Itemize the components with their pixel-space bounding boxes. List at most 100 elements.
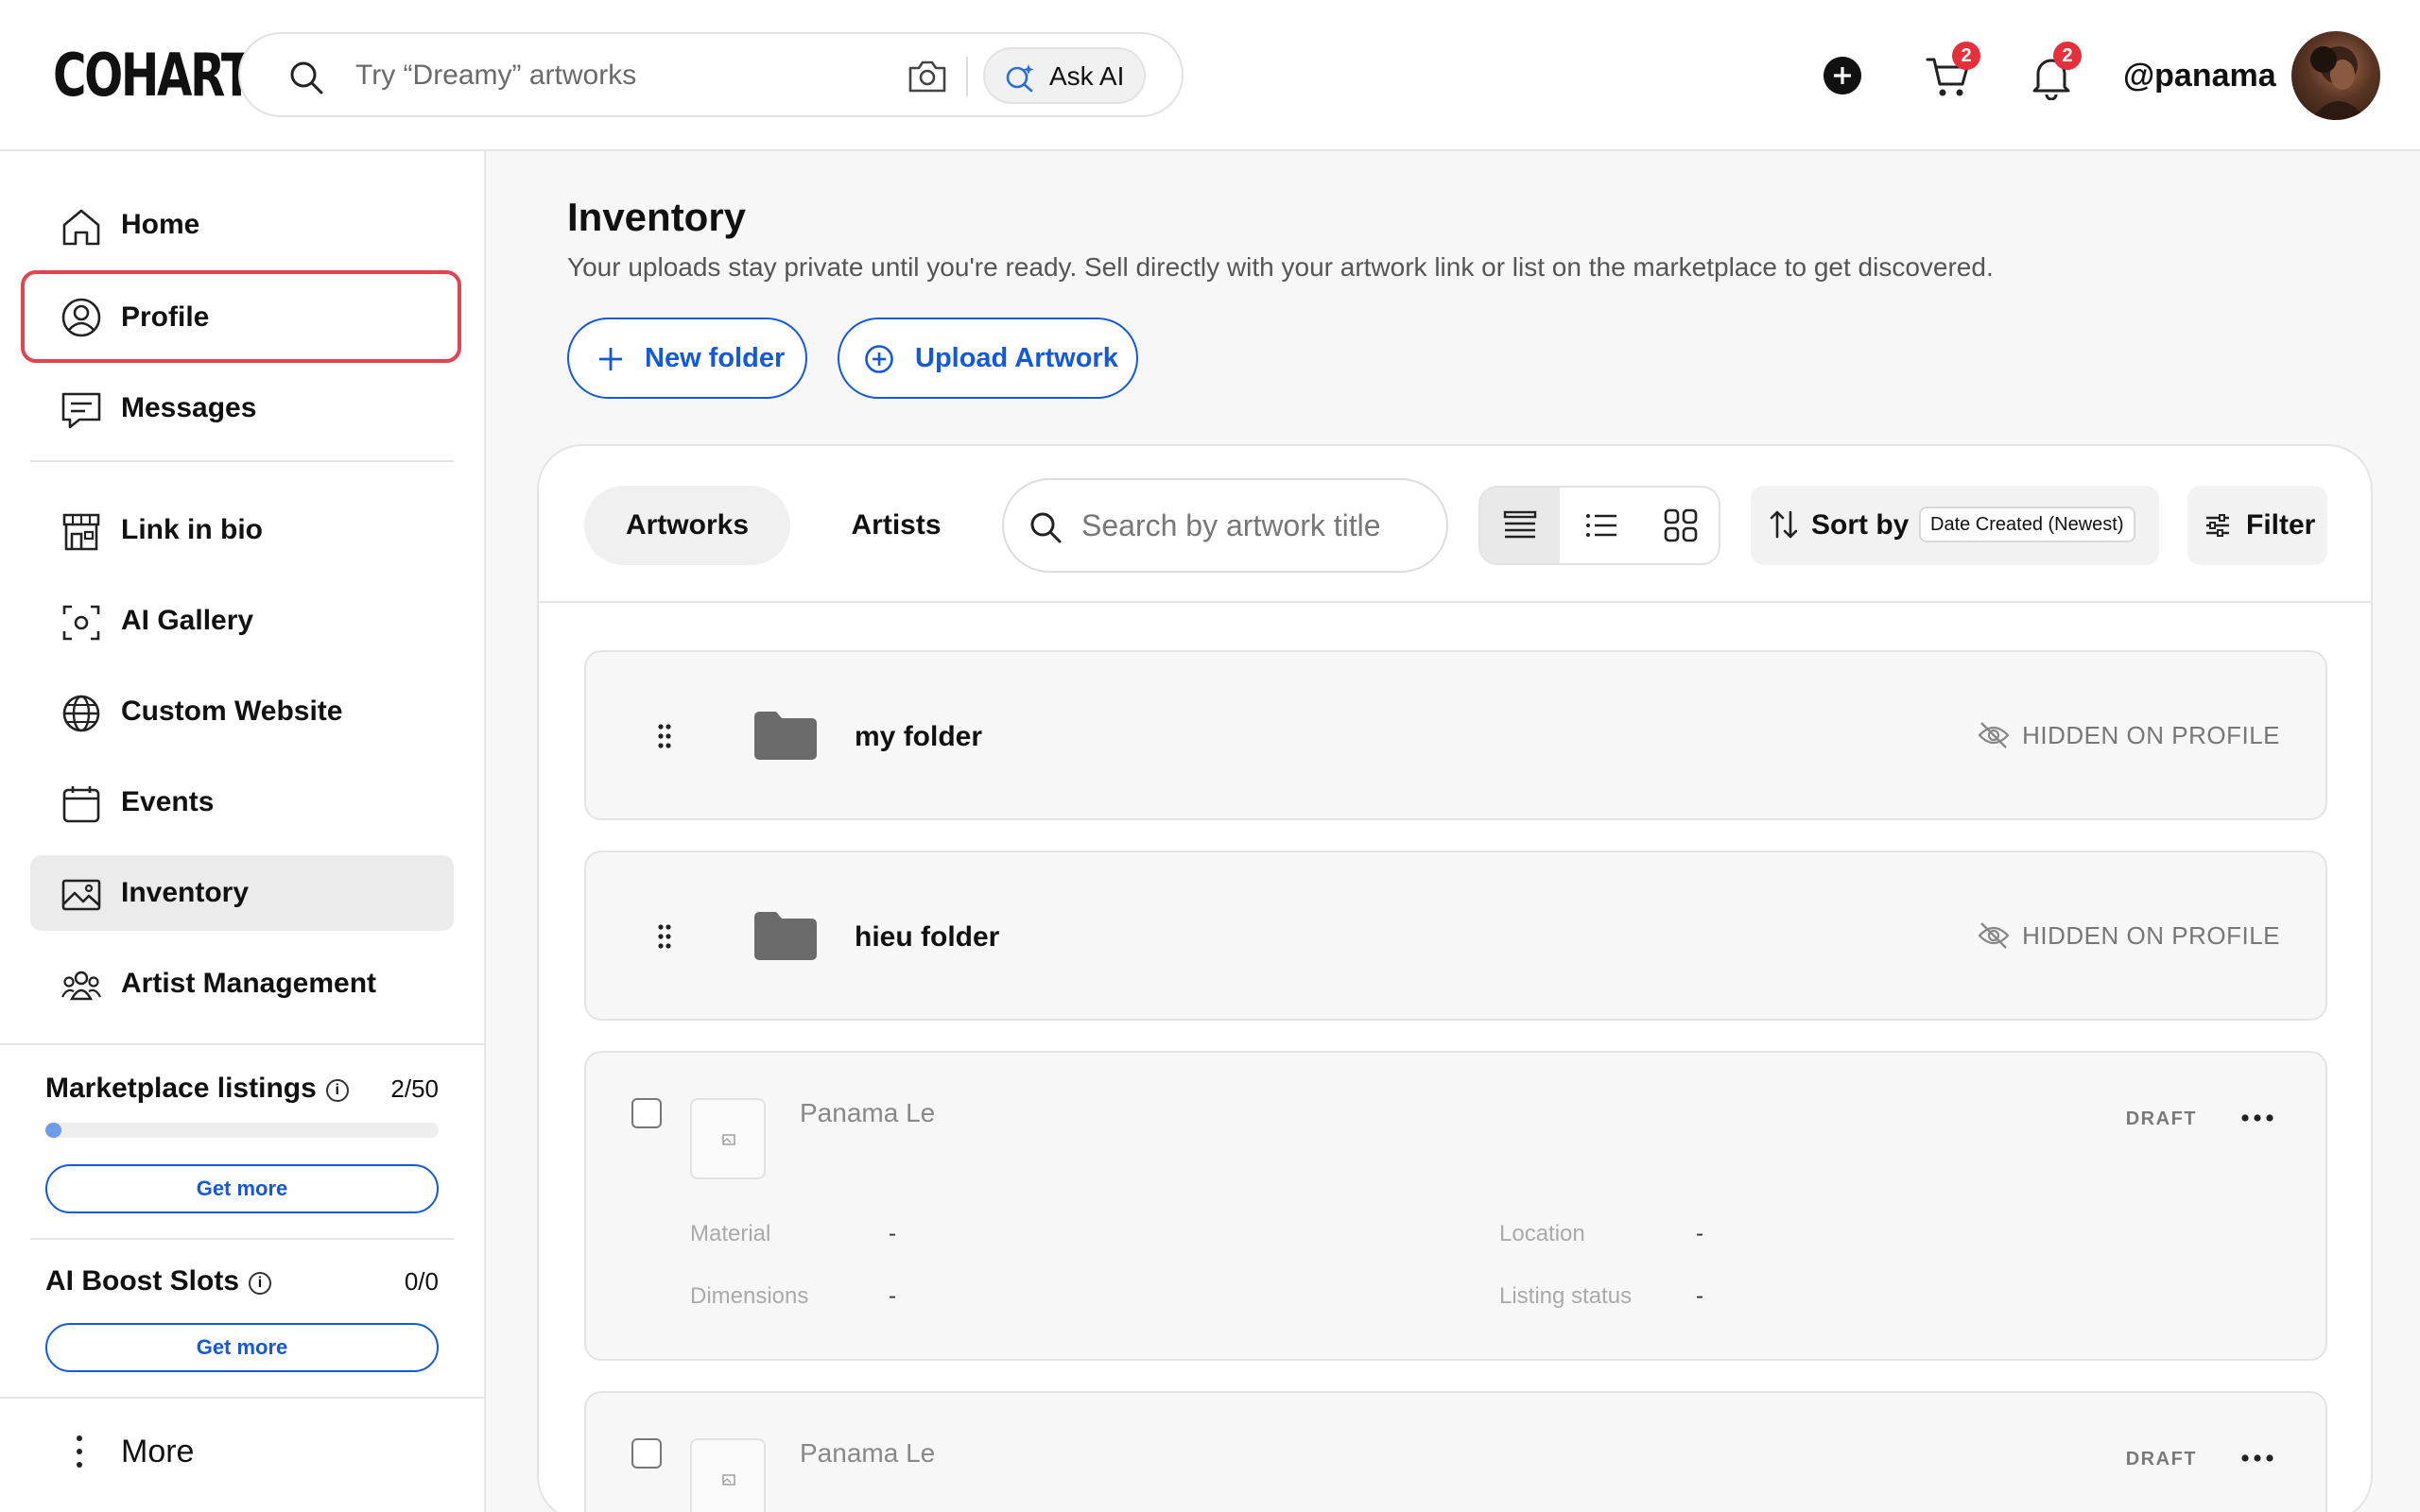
sidebar-item-label: Artist Management (121, 968, 377, 999)
create-plus-icon[interactable] (1824, 57, 1861, 94)
material-label: Material (690, 1221, 771, 1246)
search-icon (290, 61, 323, 94)
marketplace-listings-text: Marketplace listings (45, 1073, 317, 1104)
artwork-select-checkbox[interactable] (631, 1438, 662, 1469)
sidebar-item-artist-management[interactable]: Artist Management (30, 946, 454, 1022)
storefront-icon (62, 513, 100, 551)
artwork-artist-name: Panama Le (800, 1098, 936, 1127)
artwork-thumbnail[interactable] (690, 1438, 766, 1512)
artwork-search-input[interactable]: Search by artwork title (1002, 478, 1448, 573)
page-subtitle: Your uploads stay private until you're r… (567, 252, 1994, 282)
inventory-panel: Artworks Artists Search by artwork title… (537, 444, 2373, 1512)
ask-ai-label: Ask AI (1049, 61, 1125, 91)
filter-button[interactable]: Filter (2187, 486, 2327, 565)
folder-name[interactable]: my folder (855, 718, 982, 756)
view-compact-list-button[interactable] (1480, 488, 1560, 563)
listing-status-value: - (1696, 1283, 1703, 1309)
ask-ai-button[interactable]: Ask AI (983, 47, 1146, 104)
folder-icon (754, 712, 817, 760)
eye-off-icon (1978, 922, 2010, 949)
dimensions-label: Dimensions (690, 1283, 809, 1309)
sidebar-item-label: Profile (121, 301, 210, 333)
view-list-button[interactable] (1562, 488, 1641, 563)
sidebar-item-link-in-bio[interactable]: Link in bio (30, 492, 454, 568)
cohart-logo[interactable]: COHART (53, 42, 252, 110)
drag-handle-icon[interactable] (656, 922, 673, 951)
eye-off-icon (1978, 722, 2010, 748)
listing-status-label: Listing status (1499, 1283, 1633, 1309)
marketplace-get-more-button[interactable]: Get more (45, 1164, 439, 1213)
page-title: Inventory (567, 195, 747, 239)
upload-artwork-button[interactable]: Upload Artwork (838, 318, 1138, 399)
artwork-row[interactable]: Panama Le DRAFT (584, 1391, 2327, 1512)
toolbar-divider (539, 601, 2371, 603)
sidebar-item-events[interactable]: Events (30, 765, 454, 840)
sort-dropdown[interactable]: Sort by Date Created (Newest) (1751, 486, 2159, 565)
view-grid-button[interactable] (1641, 488, 1719, 563)
folder-icon (754, 912, 817, 960)
sidebar-divider (30, 1238, 454, 1240)
artwork-select-checkbox[interactable] (631, 1098, 662, 1128)
focus-scan-icon (62, 605, 100, 641)
camera-icon[interactable] (907, 57, 948, 94)
visibility-status: HIDDEN ON PROFILE (1978, 718, 2280, 752)
tab-artists[interactable]: Artists (811, 486, 981, 565)
users-group-icon (61, 971, 101, 1001)
sidebar-item-custom-website[interactable]: Custom Website (30, 674, 454, 749)
folder-row[interactable]: my folder HIDDEN ON PROFILE (584, 650, 2327, 820)
username-link[interactable]: @panama (2123, 57, 2276, 94)
more-horizontal-icon[interactable] (2240, 1453, 2274, 1463)
location-value: - (1696, 1221, 1703, 1246)
cart-count-badge: 2 (1952, 42, 1980, 70)
sidebar-item-profile[interactable]: Profile (21, 270, 461, 363)
global-search-placeholder[interactable]: Try “Dreamy” artworks (355, 57, 636, 94)
sidebar-item-label: AI Gallery (121, 605, 254, 636)
filter-label: Filter (2246, 509, 2316, 541)
user-avatar[interactable] (2291, 31, 2380, 120)
folder-row[interactable]: hieu folder HIDDEN ON PROFILE (584, 850, 2327, 1021)
plus-icon (599, 348, 622, 370)
sidebar-item-inventory[interactable]: Inventory (30, 855, 454, 931)
new-folder-label: New folder (645, 343, 786, 373)
ai-boost-get-more-button[interactable]: Get more (45, 1323, 439, 1372)
tab-artworks[interactable]: Artworks (584, 486, 790, 565)
calendar-icon (62, 786, 100, 823)
sidebar-divider (0, 1043, 486, 1045)
location-label: Location (1499, 1221, 1585, 1246)
sidebar-divider (0, 1397, 486, 1399)
global-search-bar[interactable]: Try “Dreamy” artworks Ask AI (238, 32, 1184, 117)
compact-list-icon (1503, 510, 1537, 539)
more-horizontal-icon[interactable] (2240, 1113, 2274, 1123)
image-placeholder-icon (722, 1474, 735, 1486)
folder-name[interactable]: hieu folder (855, 919, 999, 956)
search-icon (1030, 512, 1062, 543)
notifications-button[interactable]: 2 (2031, 38, 2087, 104)
image-icon (61, 879, 101, 911)
sidebar-item-label: Messages (121, 392, 257, 423)
grid-icon (1664, 508, 1698, 542)
new-folder-button[interactable]: New folder (567, 318, 807, 399)
info-icon[interactable]: i (249, 1272, 272, 1295)
drag-handle-icon[interactable] (656, 722, 673, 750)
sort-selected-value[interactable]: Date Created (Newest) (1919, 507, 2135, 542)
sidebar-item-label: Home (121, 209, 200, 240)
artwork-search-placeholder: Search by artwork title (1081, 508, 1381, 542)
sort-arrows-icon (1770, 510, 1798, 539)
marketplace-listings-label: Marketplace listings i (45, 1070, 349, 1108)
sidebar-item-ai-gallery[interactable]: AI Gallery (30, 583, 454, 659)
artwork-status-badge: DRAFT (2125, 1449, 2197, 1469)
more-label: More (121, 1434, 195, 1469)
artwork-thumbnail[interactable] (690, 1098, 766, 1179)
home-icon (62, 209, 100, 246)
cart-button[interactable]: 2 (1925, 38, 1981, 104)
sidebar-item-label: Events (121, 786, 215, 817)
ai-sparkle-search-icon (1006, 64, 1034, 93)
sidebar-item-label: Custom Website (121, 696, 343, 727)
notifications-count-badge: 2 (2053, 42, 2082, 70)
info-icon[interactable]: i (325, 1079, 349, 1102)
more-menu-button[interactable]: More (57, 1423, 246, 1480)
sidebar-item-home[interactable]: Home (30, 187, 454, 263)
artwork-row[interactable]: Panama Le DRAFT Material - Location - Di… (584, 1051, 2327, 1361)
visibility-label: HIDDEN ON PROFILE (2022, 721, 2280, 749)
sidebar-item-messages[interactable]: Messages (30, 370, 454, 446)
